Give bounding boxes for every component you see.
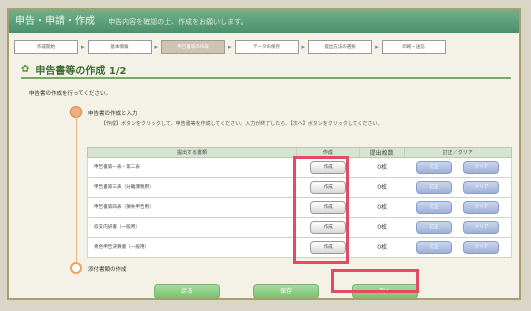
- document-name: 青色申告決算書（一般用）: [94, 244, 150, 250]
- header-document: 提出する書類: [88, 148, 298, 157]
- navigation-bar: 戻る 保存 次へ: [9, 273, 519, 298]
- page-count: 0枚: [377, 203, 388, 211]
- step-arrow-icon: ▸: [228, 43, 232, 51]
- app-window: 申告・申請・作成 申告内容を確認の上、作成をお願いします。 作成開始 ▸ 基本情…: [7, 8, 521, 300]
- progress-steps: 作成開始 ▸ 基本情報 ▸ 申告書等の作成 ▸ データの保存 ▸ 提出方法の選択…: [14, 38, 516, 56]
- step-arrow-icon: ▸: [375, 43, 379, 51]
- clear-button[interactable]: クリア: [463, 241, 500, 254]
- title-bar: 申告・申請・作成 申告内容を確認の上、作成をお願いします。: [9, 10, 519, 33]
- step-arrow-icon: ▸: [81, 43, 85, 51]
- app-subtitle: 申告内容を確認の上、作成をお願いします。: [108, 18, 248, 26]
- header-fix-clear: 訂正／クリア: [442, 150, 473, 156]
- step1-label: 申告書の作成と入力: [88, 111, 138, 117]
- step-1: 作成開始: [14, 40, 78, 54]
- save-button[interactable]: 保存: [253, 284, 319, 298]
- step-arrow-icon: ▸: [301, 43, 306, 51]
- highlight-create-column: [293, 156, 349, 264]
- page-count: 0枚: [377, 223, 388, 231]
- step-4: データの保存: [234, 40, 299, 54]
- step-2: 基本情報: [87, 40, 152, 54]
- section-heading: ✿ 申告書等の作成 1/2: [21, 62, 126, 77]
- step-6: 印刷・送信: [381, 40, 446, 54]
- document-name: 申告書第四表（損失申告用）: [94, 204, 154, 210]
- clear-button[interactable]: クリア: [463, 201, 500, 214]
- app-title: 申告・申請・作成: [15, 16, 95, 27]
- clear-button[interactable]: クリア: [463, 161, 500, 174]
- step1-description: 【作成】ボタンをクリックして、申告書等を作成してください。入力が終了したら、【次…: [101, 121, 383, 127]
- document-name: 収支内訳書（一般用）: [94, 224, 140, 230]
- clear-button[interactable]: クリア: [463, 221, 500, 234]
- correct-button[interactable]: 訂正: [416, 221, 453, 234]
- document-name: 申告書第三表（分離課税用）: [94, 184, 154, 190]
- section-divider: [21, 77, 511, 79]
- section-title: 申告書等の作成 1/2: [35, 66, 127, 77]
- page-count: 0枚: [377, 243, 388, 251]
- header-count: 提出枚数: [360, 148, 405, 157]
- step-5: 提出方法の選択: [308, 40, 373, 54]
- correct-button[interactable]: 訂正: [416, 181, 453, 194]
- leaf-icon: ✿: [21, 64, 30, 75]
- page-count: 0枚: [377, 183, 388, 191]
- back-button[interactable]: 戻る: [154, 284, 220, 298]
- highlight-next-button: [331, 269, 419, 293]
- step-3-active: 申告書等の作成: [161, 40, 226, 54]
- step-connector: [76, 113, 77, 266]
- correct-button[interactable]: 訂正: [416, 201, 453, 214]
- page-count: 0枚: [377, 163, 388, 171]
- document-name: 申告書第一表・第二表: [94, 164, 140, 170]
- clear-button[interactable]: クリア: [463, 181, 500, 194]
- instruction-text: 申告書の作成を行ってください。: [29, 91, 112, 97]
- correct-button[interactable]: 訂正: [416, 241, 453, 254]
- correct-button[interactable]: 訂正: [416, 161, 453, 174]
- step2-label: 添付書類の作成: [88, 267, 127, 273]
- step-arrow-icon: ▸: [154, 43, 159, 51]
